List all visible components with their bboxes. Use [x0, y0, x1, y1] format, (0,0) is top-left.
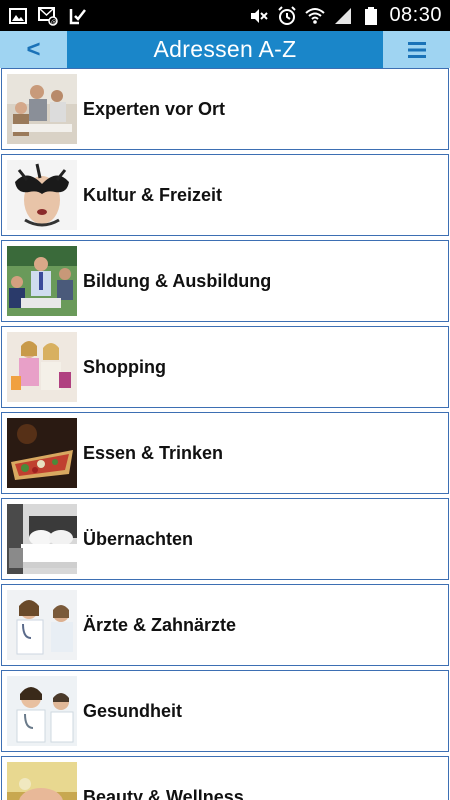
business-meeting-photo: [7, 74, 77, 144]
list-item-label: Übernachten: [83, 528, 194, 549]
list-item-kultur[interactable]: Kultur & Freizeit: [1, 154, 449, 236]
image-icon: [8, 6, 28, 26]
signal-icon: [333, 6, 353, 26]
list-item-experten[interactable]: Experten vor Ort: [1, 68, 449, 150]
hotel-bed-photo: [7, 504, 77, 574]
check-icon: [68, 6, 88, 26]
list-item-label: Ärzte & Zahnärzte: [83, 614, 237, 635]
email-icon: @: [38, 6, 58, 26]
spa-photo: [7, 762, 77, 800]
list-item-label: Gesundheit: [83, 700, 183, 721]
list-item-bildung[interactable]: Bildung & Ausbildung: [1, 240, 449, 322]
menu-button[interactable]: [383, 31, 450, 68]
classroom-photo: [7, 246, 77, 316]
app-header: < Adressen A-Z: [0, 31, 450, 68]
list-item-uebernachten[interactable]: Übernachten: [1, 498, 449, 580]
status-time: 08:30: [389, 4, 442, 26]
pizza-photo: [7, 418, 77, 488]
status-right-icons: 08:30: [249, 4, 442, 27]
mute-icon: [249, 6, 269, 26]
carnival-mask-photo: [7, 160, 77, 230]
category-list: Experten vor Ort Kultur & Freizeit Bildu…: [0, 68, 450, 800]
page-title: Adressen A-Z: [153, 36, 297, 62]
list-item-essen[interactable]: Essen & Trinken: [1, 412, 449, 494]
list-item-beauty[interactable]: Beauty & Wellness: [1, 756, 449, 800]
list-item-label: Beauty & Wellness: [83, 786, 244, 800]
shopping-women-photo: [7, 332, 77, 402]
list-item-gesundheit[interactable]: Gesundheit: [1, 670, 449, 752]
alarm-icon: [277, 5, 297, 26]
medical-staff-photo: [7, 676, 77, 746]
status-left-icons: @: [8, 6, 88, 26]
battery-icon: [361, 6, 381, 26]
list-item-label: Essen & Trinken: [83, 442, 224, 463]
back-button[interactable]: <: [0, 31, 67, 68]
list-item-label: Bildung & Ausbildung: [83, 270, 272, 291]
svg-text:@: @: [51, 19, 57, 26]
list-item-label: Shopping: [83, 356, 166, 377]
doctors-photo: [7, 590, 77, 660]
list-item-shopping[interactable]: Shopping: [1, 326, 449, 408]
list-item-label: Experten vor Ort: [83, 98, 226, 119]
wifi-icon: [305, 6, 326, 26]
hamburger-menu-icon: [407, 41, 426, 58]
list-item-label: Kultur & Freizeit: [83, 184, 223, 205]
status-bar: @ 08:30: [0, 0, 450, 31]
list-item-aerzte[interactable]: Ärzte & Zahnärzte: [1, 584, 449, 666]
